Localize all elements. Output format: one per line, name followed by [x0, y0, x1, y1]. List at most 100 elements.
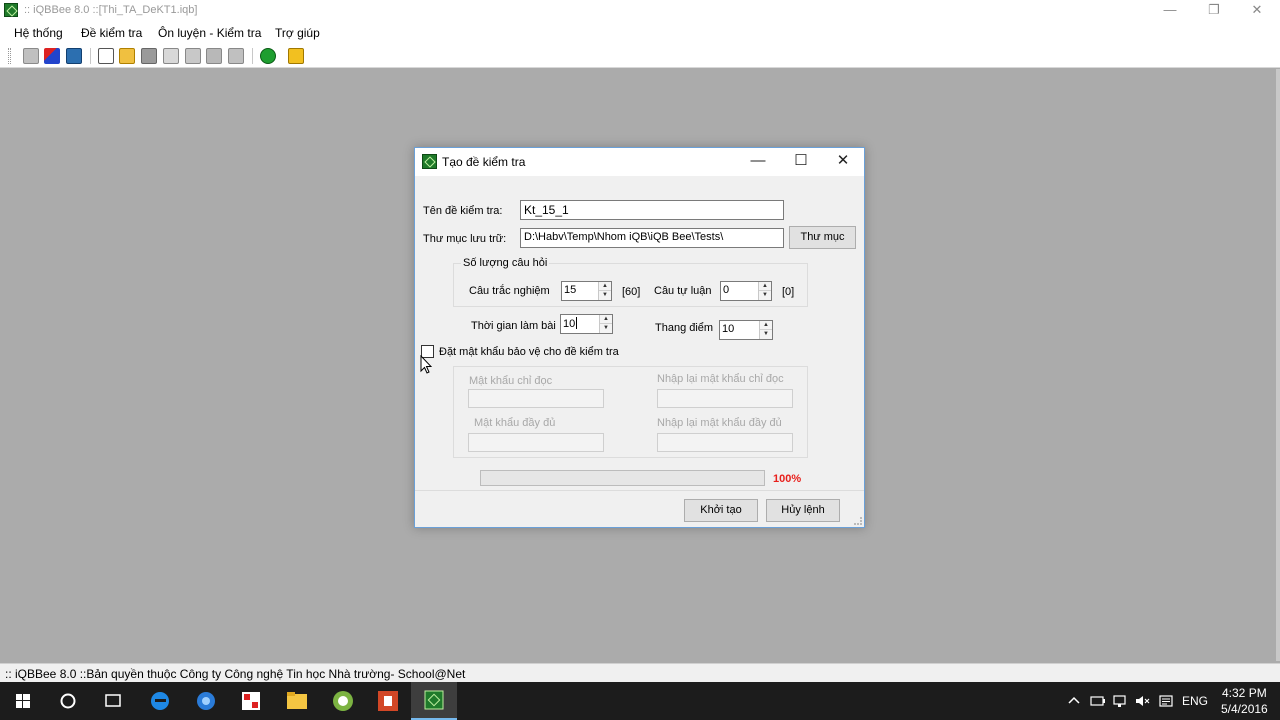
time-spinner[interactable]: 10 ▲ ▼ [560, 314, 613, 334]
essay-max: [0] [782, 286, 795, 298]
essay-spinner[interactable]: 0 ▲ ▼ [720, 281, 772, 301]
progress-bar [480, 470, 765, 486]
readonly-password-confirm-label: Nhập lại mật khẩu chỉ đọc [657, 373, 784, 385]
restore-button[interactable]: ❐ [1194, 0, 1234, 22]
exit-icon[interactable] [288, 48, 304, 64]
language-indicator[interactable]: ENG [1182, 694, 1208, 708]
app-icon-6[interactable] [228, 682, 274, 720]
help-icon[interactable] [260, 48, 276, 64]
test-name-label: Tên đề kiểm tra: [423, 205, 503, 217]
network-icon[interactable] [1112, 694, 1128, 708]
footer-separator [415, 490, 864, 491]
spin-down-icon[interactable]: ▼ [760, 330, 772, 339]
create-test-dialog: Tạo đề kiểm tra — ☐ ✕ Tên đề kiểm tra: K… [414, 147, 865, 528]
app-icon-8[interactable] [320, 682, 366, 720]
windows-taskbar: ENG 4:32 PM 5/4/2016 [0, 682, 1280, 720]
dialog-title-bar[interactable]: Tạo đề kiểm tra — ☐ ✕ [415, 148, 864, 176]
action-center-icon[interactable] [1158, 694, 1174, 708]
multiple-choice-spinner[interactable]: 15 ▲ ▼ [561, 281, 612, 301]
tool-icon-8[interactable] [206, 48, 222, 64]
spinner-arrows: ▲ ▼ [758, 282, 771, 300]
progress-bar-fill [481, 471, 764, 485]
print-preview-icon[interactable] [163, 48, 179, 64]
multiple-choice-label: Câu trắc nghiệm [469, 285, 550, 297]
app-icon-5[interactable] [183, 682, 229, 720]
search-icon[interactable] [185, 48, 201, 64]
new-document-icon[interactable] [98, 48, 114, 64]
status-bar: :: iQBBee 8.0 ::Bản quyền thuộc Công ty … [0, 663, 1280, 682]
spin-up-icon[interactable]: ▲ [759, 282, 771, 291]
multiple-choice-max: [60] [622, 286, 641, 298]
clock-date[interactable]: 5/4/2016 [1221, 702, 1268, 716]
cortana-search-icon[interactable] [45, 682, 91, 720]
folder-label: Thư mục lưu trữ: [423, 233, 507, 245]
create-button[interactable]: Khởi tạo [684, 499, 758, 522]
menu-tests[interactable]: Đề kiểm tra [81, 26, 142, 40]
spin-down-icon[interactable]: ▼ [599, 291, 611, 300]
iqbbee-app-icon[interactable] [411, 682, 457, 720]
spin-down-icon[interactable]: ▼ [759, 291, 771, 300]
time-value: 10 [563, 317, 578, 330]
spin-down-icon[interactable]: ▼ [600, 324, 612, 333]
minimize-button[interactable]: — [1150, 0, 1190, 22]
password-checkbox-label[interactable]: Đặt mật khẩu bảo vệ cho đề kiểm tra [439, 346, 619, 358]
close-button[interactable]: ✕ [1237, 0, 1277, 22]
toolbar-separator [90, 48, 91, 64]
file-explorer-icon[interactable] [274, 682, 320, 720]
toolbar-icon-1[interactable] [23, 48, 39, 64]
full-password-confirm-label: Nhập lại mật khẩu đầy đủ [657, 417, 782, 429]
dialog-close-button[interactable]: ✕ [821, 148, 865, 176]
readonly-password-confirm-input[interactable] [657, 389, 793, 408]
toolbar-separator [252, 48, 253, 64]
spin-up-icon[interactable]: ▲ [760, 321, 772, 330]
toolbar-icon-3[interactable] [66, 48, 82, 64]
menu-system[interactable]: Hệ thống [14, 26, 63, 40]
cancel-button[interactable]: Hủy lệnh [766, 499, 840, 522]
readonly-password-label: Mật khẩu chỉ đọc [469, 375, 553, 387]
multiple-choice-value: 15 [564, 284, 577, 296]
full-password-label: Mật khẩu đầy đủ [474, 417, 556, 429]
resize-grip[interactable] [854, 517, 862, 525]
spinner-arrows: ▲ ▼ [759, 321, 772, 339]
readonly-password-input[interactable] [468, 389, 604, 408]
clock-time[interactable]: 4:32 PM [1222, 686, 1267, 700]
full-password-confirm-input[interactable] [657, 433, 793, 452]
spinner-arrows: ▲ ▼ [599, 315, 612, 333]
menu-practice[interactable]: Ôn luyện - Kiểm tra [158, 26, 261, 40]
spin-up-icon[interactable]: ▲ [600, 315, 612, 324]
dialog-maximize-button[interactable]: ☐ [779, 148, 823, 176]
show-hidden-icons-icon[interactable] [1068, 695, 1080, 707]
score-scale-spinner[interactable]: 10 ▲ ▼ [719, 320, 773, 340]
battery-icon[interactable] [1090, 694, 1106, 708]
mouse-cursor-icon [420, 355, 432, 374]
test-name-input[interactable]: Kt_15_1 [520, 200, 784, 220]
score-scale-label: Thang điểm [655, 322, 714, 334]
dialog-minimize-button[interactable]: — [736, 148, 780, 176]
edge-browser-icon[interactable] [137, 682, 183, 720]
tool-icon-9[interactable] [228, 48, 244, 64]
menu-help[interactable]: Trợ giúp [275, 26, 320, 40]
save-icon[interactable] [141, 48, 157, 64]
score-scale-value: 10 [722, 323, 735, 335]
copyright-status: :: iQBBee 8.0 ::Bản quyền thuộc Công ty … [5, 667, 466, 681]
workspace-scrollbar[interactable] [1276, 69, 1280, 661]
powerpoint-icon[interactable] [365, 682, 411, 720]
open-folder-icon[interactable] [119, 48, 135, 64]
start-windows-icon[interactable] [0, 682, 46, 720]
main-title-bar: :: iQBBee 8.0 ::[Thi_TA_DeKT1.iqb] — ❐ ✕ [0, 0, 1280, 22]
iqbbee-app-icon[interactable] [4, 3, 18, 17]
volume-muted-icon[interactable] [1134, 694, 1150, 708]
full-password-input[interactable] [468, 433, 604, 452]
toolbar [0, 44, 1280, 68]
spin-up-icon[interactable]: ▲ [599, 282, 611, 291]
window-title: :: iQBBee 8.0 ::[Thi_TA_DeKT1.iqb] [24, 4, 198, 16]
task-view-icon[interactable] [90, 682, 136, 720]
menu-bar: Hệ thống Đề kiểm tra Ôn luyện - Kiểm tra… [0, 22, 1280, 44]
essay-value: 0 [723, 284, 730, 296]
browse-folder-button[interactable]: Thư mục [789, 226, 856, 249]
toolbar-icon-2[interactable] [44, 48, 60, 64]
folder-path-input[interactable]: D:\Habv\Temp\Nhom iQB\iQB Bee\Tests\ [520, 228, 784, 248]
question-count-group-label: Số lượng câu hỏi [461, 257, 550, 269]
toolbar-grip[interactable] [8, 48, 11, 64]
dialog-app-icon [422, 154, 437, 169]
